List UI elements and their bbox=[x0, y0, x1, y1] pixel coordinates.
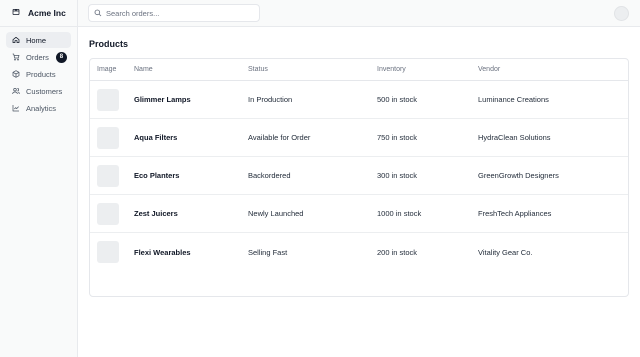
product-image-placeholder bbox=[97, 241, 119, 263]
sidebar-item-customers[interactable]: Customers bbox=[6, 83, 71, 99]
products-table: Image Name Status Inventory Vendor Glimm… bbox=[89, 58, 629, 297]
package-icon bbox=[12, 8, 23, 19]
product-inventory: 200 in stock bbox=[377, 247, 418, 257]
home-icon bbox=[12, 36, 20, 44]
search-icon bbox=[94, 9, 102, 17]
column-header-name: Name bbox=[134, 66, 153, 73]
sidebar-item-home[interactable]: Home bbox=[6, 32, 71, 48]
column-header-status: Status bbox=[248, 66, 268, 73]
product-image-cell bbox=[97, 195, 119, 232]
product-name: Glimmer Lamps bbox=[134, 95, 191, 104]
sidebar-item-label: Orders bbox=[26, 52, 49, 62]
product-vendor: HydraClean Solutions bbox=[478, 133, 551, 142]
product-image-placeholder bbox=[97, 202, 119, 225]
column-header-vendor: Vendor bbox=[478, 66, 501, 73]
top-header bbox=[78, 0, 640, 27]
product-image-placeholder bbox=[97, 88, 119, 111]
product-image-placeholder bbox=[97, 126, 119, 149]
product-vendor: Luminance Creations bbox=[478, 95, 549, 104]
search-input[interactable] bbox=[106, 8, 256, 18]
table-row[interactable]: Aqua Filters Available for Order 750 in … bbox=[90, 119, 628, 157]
avatar[interactable] bbox=[614, 6, 629, 21]
product-vendor: Vitality Gear Co. bbox=[478, 247, 533, 257]
brand-name: Acme Inc bbox=[28, 8, 66, 18]
users-icon bbox=[12, 87, 20, 95]
product-inventory: 1000 in stock bbox=[377, 209, 422, 218]
product-name: Zest Juicers bbox=[134, 209, 178, 218]
sidebar-item-orders[interactable]: Orders 8 bbox=[6, 49, 71, 65]
line-chart-icon bbox=[12, 104, 20, 112]
product-status: Available for Order bbox=[248, 133, 311, 142]
product-image-cell bbox=[97, 157, 119, 194]
sidebar-item-label: Analytics bbox=[26, 103, 57, 113]
product-status: Backordered bbox=[248, 171, 291, 180]
product-vendor: GreenGrowth Designers bbox=[478, 171, 559, 180]
product-name: Aqua Filters bbox=[134, 133, 178, 142]
product-image-cell bbox=[97, 81, 119, 118]
table-row[interactable]: Zest Juicers Newly Launched 1000 in stoc… bbox=[90, 195, 628, 233]
product-status: In Production bbox=[248, 95, 293, 104]
box-icon bbox=[12, 70, 20, 78]
product-name: Eco Planters bbox=[134, 171, 180, 180]
table-header-row: Image Name Status Inventory Vendor bbox=[90, 59, 628, 81]
sidebar-item-products[interactable]: Products bbox=[6, 66, 71, 82]
table-row[interactable]: Glimmer Lamps In Production 500 in stock… bbox=[90, 81, 628, 119]
product-status: Selling Fast bbox=[248, 247, 288, 257]
product-vendor: FreshTech Appliances bbox=[478, 209, 552, 218]
sidebar-item-label: Customers bbox=[26, 86, 63, 96]
product-image-cell bbox=[97, 233, 119, 271]
cart-icon bbox=[12, 53, 20, 61]
search-box[interactable] bbox=[88, 4, 260, 22]
table-row[interactable]: Eco Planters Backordered 300 in stock Gr… bbox=[90, 157, 628, 195]
product-inventory: 750 in stock bbox=[377, 133, 418, 142]
sidebar-item-analytics[interactable]: Analytics bbox=[6, 100, 71, 116]
product-image-cell bbox=[97, 119, 119, 156]
product-image-placeholder bbox=[97, 164, 119, 187]
product-inventory: 300 in stock bbox=[377, 171, 418, 180]
table-row[interactable]: Flexi Wearables Selling Fast 200 in stoc… bbox=[90, 233, 628, 271]
product-inventory: 500 in stock bbox=[377, 95, 418, 104]
orders-count-badge: 8 bbox=[55, 51, 67, 63]
main-content: Products Image Name Status Inventory Ven… bbox=[78, 27, 640, 357]
column-header-inventory: Inventory bbox=[377, 66, 406, 73]
brand[interactable]: Acme Inc bbox=[0, 0, 77, 27]
column-header-image: Image bbox=[97, 66, 117, 73]
product-status: Newly Launched bbox=[248, 209, 304, 218]
sidebar-item-label: Products bbox=[26, 69, 56, 79]
product-name: Flexi Wearables bbox=[134, 247, 191, 257]
sidebar: Acme Inc Home Orders 8 Products Customer… bbox=[0, 0, 78, 357]
sidebar-item-label: Home bbox=[26, 35, 47, 45]
sidebar-nav: Home Orders 8 Products Customers Analyti… bbox=[0, 27, 77, 120]
page-title: Products bbox=[89, 39, 129, 49]
